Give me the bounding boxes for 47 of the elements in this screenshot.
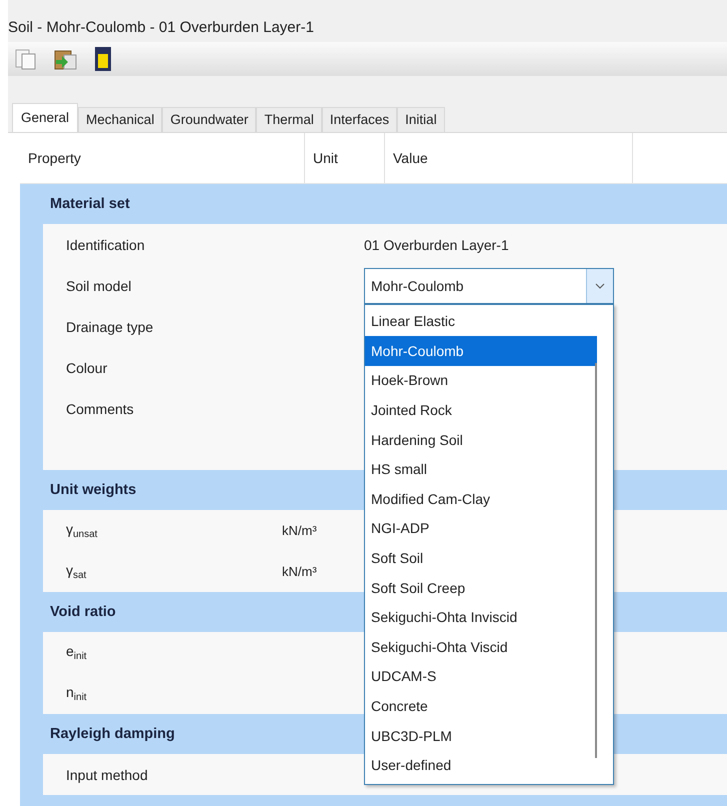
dropdown-option[interactable]: Hoek-Brown bbox=[365, 366, 597, 396]
chevron-down-icon bbox=[595, 282, 605, 288]
property-label: n$_{init}$ bbox=[66, 684, 87, 703]
section-title: Material set bbox=[50, 196, 130, 212]
column-header: Value bbox=[385, 133, 633, 183]
copy-icon[interactable] bbox=[14, 47, 38, 71]
property-label: Identification bbox=[66, 236, 145, 252]
dropdown-option[interactable]: Jointed Rock bbox=[365, 395, 597, 425]
dropdown-option[interactable]: HS small bbox=[365, 454, 597, 484]
dropdown-option[interactable]: NGI-ADP bbox=[365, 514, 597, 544]
tab[interactable]: Interfaces bbox=[322, 107, 398, 132]
window-title: Soil - Mohr-Coulomb - 01 Overburden Layer-1 bbox=[8, 18, 314, 36]
dropdown-option[interactable]: Sekiguchi-Ohta Viscid bbox=[365, 632, 597, 662]
tab[interactable]: General bbox=[12, 103, 78, 132]
dropdown-option[interactable]: User-defined bbox=[365, 750, 597, 780]
property-label: Colour bbox=[66, 360, 108, 376]
unit-label: kN/m³ bbox=[282, 523, 317, 538]
property-label: Drainage type bbox=[66, 318, 154, 334]
dropdown-option[interactable]: Linear Elastic bbox=[365, 306, 597, 336]
property-label: γ$_{sat}$ bbox=[66, 562, 86, 581]
dropdown-option[interactable]: Soft Soil Creep bbox=[365, 572, 597, 602]
column-header: Unit bbox=[305, 133, 385, 183]
scrollbar-thumb[interactable] bbox=[595, 362, 597, 758]
tab[interactable]: Thermal bbox=[256, 107, 322, 132]
property-label: Comments bbox=[66, 400, 134, 416]
dropdown-option[interactable]: Sekiguchi-Ohta Inviscid bbox=[365, 602, 597, 632]
tab[interactable]: Groundwater bbox=[162, 107, 256, 132]
section-title: Unit weights bbox=[50, 482, 136, 498]
dropdown-option[interactable]: Concrete bbox=[365, 691, 597, 721]
property-label: γ$_{unsat}$ bbox=[66, 521, 98, 540]
tab[interactable]: Mechanical bbox=[78, 107, 162, 132]
tab[interactable]: Initial bbox=[397, 107, 445, 132]
unit-label: kN/m³ bbox=[282, 564, 317, 579]
dropdown-option[interactable]: Modified Cam-Clay bbox=[365, 484, 597, 514]
dropdown-option[interactable]: Mohr-Coulomb bbox=[365, 336, 597, 366]
dropdown-option[interactable]: Soft Soil bbox=[365, 543, 597, 573]
dropdown-option[interactable]: UDCAM-S bbox=[365, 662, 597, 692]
container-icon[interactable] bbox=[92, 45, 114, 73]
column-header: Property bbox=[20, 133, 305, 183]
property-label: e$_{init}$ bbox=[66, 643, 87, 662]
dropdown-option[interactable]: Hardening Soil bbox=[365, 424, 597, 454]
section-title: Void ratio bbox=[50, 604, 116, 620]
property-label: Soil model bbox=[66, 278, 132, 294]
section-title: Rayleigh damping bbox=[50, 726, 175, 742]
property-label: Input method bbox=[66, 766, 148, 782]
dropdown-option[interactable]: UBC3D-PLM bbox=[365, 720, 597, 750]
value-text: 01 Overburden Layer-1 bbox=[364, 236, 509, 252]
